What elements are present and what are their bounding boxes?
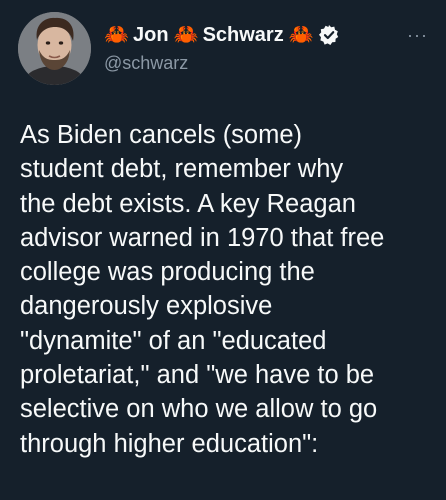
avatar[interactable] <box>18 12 91 85</box>
more-options-icon[interactable]: ··· <box>407 26 428 44</box>
crab-emoji-icon: 🦀 <box>173 24 199 46</box>
tweet-card: 🦀 Jon 🦀 Schwarz 🦀 @schwarz ··· As Biden … <box>0 0 446 500</box>
author-name[interactable]: 🦀 Jon 🦀 Schwarz 🦀 <box>104 22 340 48</box>
author-first-name: Jon <box>133 24 169 46</box>
avatar-photo <box>18 12 91 85</box>
crab-emoji-icon: 🦀 <box>288 24 314 46</box>
crab-emoji-icon: 🦀 <box>104 24 129 46</box>
tweet-text: As Biden cancels (some) student debt, re… <box>20 121 385 458</box>
author-handle[interactable]: @schwarz <box>104 51 188 75</box>
author-last-name: Schwarz <box>202 24 284 46</box>
verified-badge-icon <box>318 24 340 46</box>
